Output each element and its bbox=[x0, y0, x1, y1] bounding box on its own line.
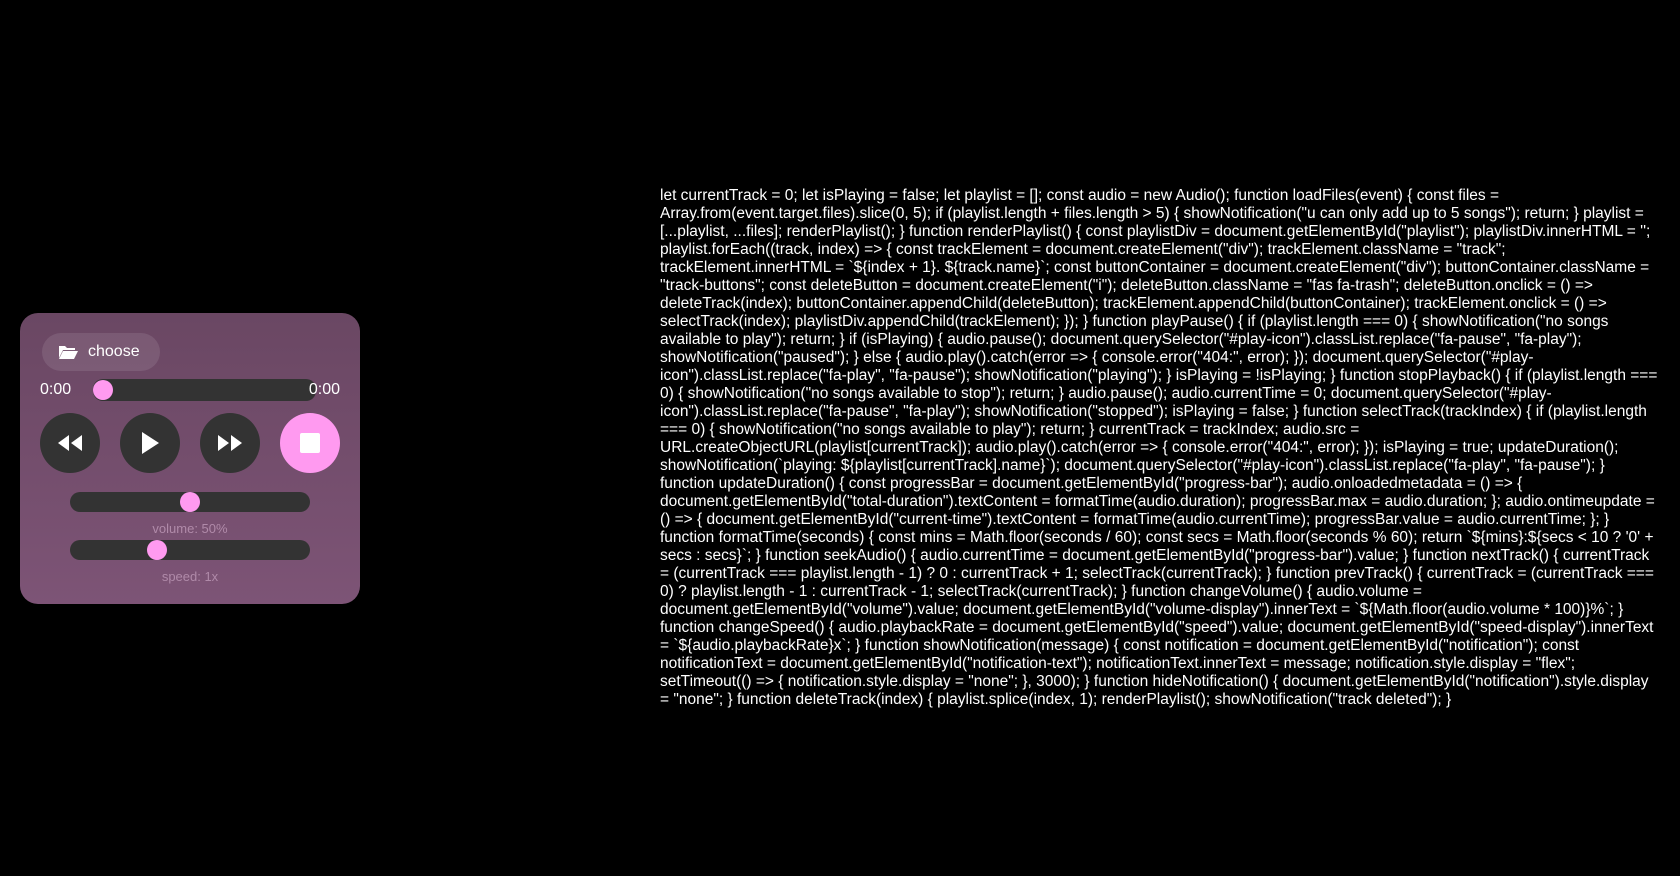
play-icon bbox=[142, 432, 159, 454]
speed-display: speed: 1x bbox=[161, 569, 219, 584]
next-track-button[interactable] bbox=[200, 413, 260, 473]
folder-open-icon bbox=[59, 346, 78, 359]
progress-thumb[interactable] bbox=[93, 380, 113, 400]
speed-slider[interactable] bbox=[70, 540, 310, 560]
stop-button[interactable] bbox=[280, 413, 340, 473]
progress-bar[interactable] bbox=[93, 379, 316, 401]
backward-icon bbox=[58, 435, 82, 451]
previous-track-button[interactable] bbox=[40, 413, 100, 473]
choose-files-button[interactable]: choose bbox=[42, 333, 160, 371]
total-duration: 0:00 bbox=[308, 381, 340, 398]
volume-thumb[interactable] bbox=[180, 492, 200, 512]
speed-thumb[interactable] bbox=[147, 540, 167, 560]
music-player-card: choose 0:00 0:00 volume: 50% speed: 1x bbox=[20, 313, 360, 604]
script-source-text: let currentTrack = 0; let isPlaying = fa… bbox=[660, 187, 1658, 708]
forward-icon bbox=[218, 435, 242, 451]
volume-display: volume: 50% bbox=[152, 521, 228, 536]
page: choose 0:00 0:00 volume: 50% speed: 1x l… bbox=[0, 0, 1680, 876]
choose-label: choose bbox=[88, 343, 140, 360]
play-pause-button[interactable] bbox=[120, 413, 180, 473]
current-time: 0:00 bbox=[40, 381, 72, 398]
stop-icon bbox=[300, 433, 320, 453]
volume-slider[interactable] bbox=[70, 492, 310, 512]
